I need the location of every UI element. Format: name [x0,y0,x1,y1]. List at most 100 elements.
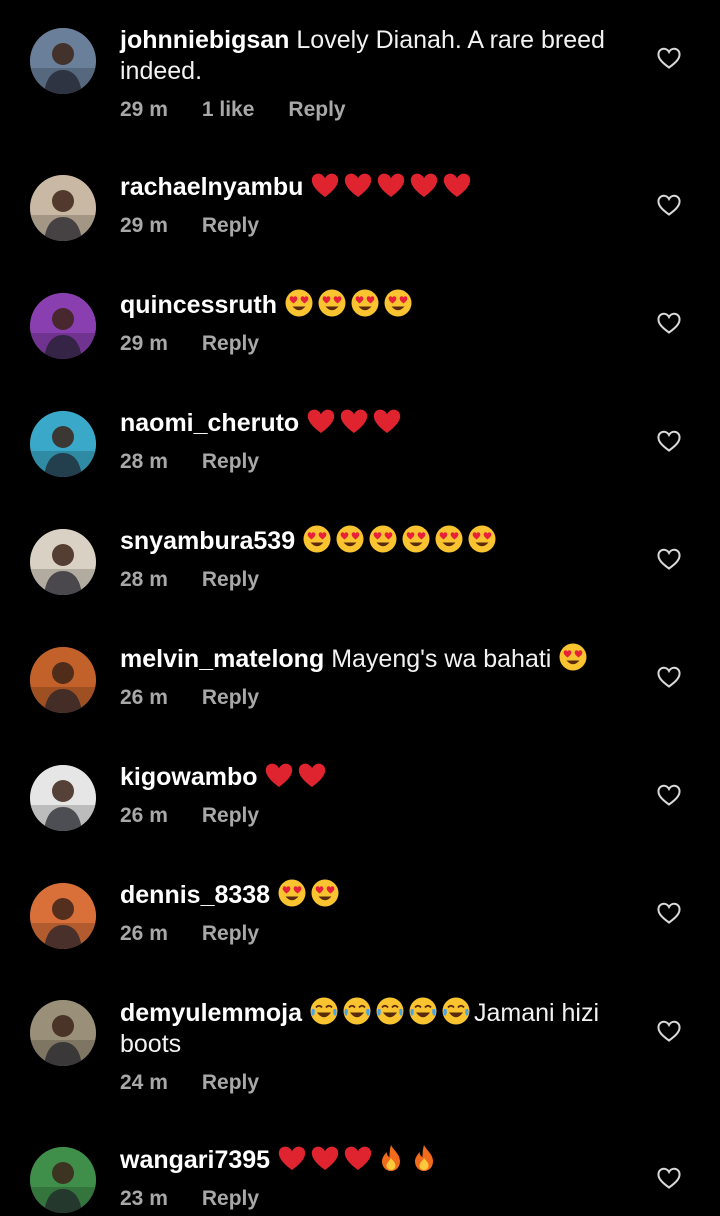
heart-emoji [343,170,373,200]
heart-emoji [372,406,402,436]
heart-eyes-emoji [335,524,365,554]
tears-of-joy-emoji [309,996,339,1026]
heart-emoji [339,406,369,436]
heart-emoji [310,1143,340,1173]
comment-username[interactable]: demyulemmoja [120,999,302,1027]
heart-emoji [442,170,472,200]
comment-text: snyambura539 [120,524,620,557]
comment-meta: 29 m 1 like Reply [120,97,380,123]
comment-username[interactable]: wangari7395 [120,1146,270,1174]
avatar[interactable] [30,529,96,595]
heart-emoji [409,170,439,200]
comments-list: johnniebigsan Lovely Dianah. A rare bree… [0,0,720,1216]
tears-of-joy-emoji [441,996,471,1026]
avatar[interactable] [30,175,96,241]
comment-time: 23 m [120,1187,168,1210]
reply-button[interactable]: Reply [202,332,259,355]
heart-emoji [264,760,294,790]
heart-eyes-emoji [277,878,307,908]
comment-time: 24 m [120,1071,168,1094]
comment-text: naomi_cheruto [120,406,620,439]
comment-meta: 26 m Reply [120,803,293,829]
like-heart-icon[interactable] [656,193,682,217]
comment-text: quincessruth [120,288,620,321]
like-heart-icon[interactable] [656,547,682,571]
comment-time: 29 m [120,332,168,355]
like-heart-icon[interactable] [656,665,682,689]
comment-time: 26 m [120,804,168,827]
like-heart-icon[interactable] [656,1166,682,1190]
comment-username[interactable]: naomi_cheruto [120,409,299,437]
heart-eyes-emoji [284,288,314,318]
heart-eyes-emoji [434,524,464,554]
comment-username[interactable]: dennis_8338 [120,881,270,909]
avatar[interactable] [30,765,96,831]
like-heart-icon[interactable] [656,901,682,925]
heart-emoji [306,406,336,436]
reply-button[interactable]: Reply [202,922,259,945]
heart-emoji [310,170,340,200]
comment-time: 28 m [120,450,168,473]
comment-text: johnniebigsan Lovely Dianah. A rare bree… [120,25,620,87]
comment-username[interactable]: melvin_matelong [120,645,324,673]
comment-time: 29 m [120,214,168,237]
avatar[interactable] [30,1147,96,1213]
heart-eyes-emoji [401,524,431,554]
comment-meta: 28 m Reply [120,449,293,475]
fire-emoji [376,1143,406,1173]
heart-eyes-emoji [558,642,588,672]
avatar[interactable] [30,1000,96,1066]
heart-emoji [376,170,406,200]
tears-of-joy-emoji [408,996,438,1026]
heart-emoji [343,1143,373,1173]
avatar[interactable] [30,28,96,94]
reply-button[interactable]: Reply [202,1071,259,1094]
reply-button[interactable]: Reply [202,686,259,709]
comment-username[interactable]: quincessruth [120,291,277,319]
comment-meta: 29 m Reply [120,331,293,357]
comment-time: 29 m [120,98,168,121]
comment-text: wangari7395 [120,1143,620,1176]
comment-text: kigowambo [120,760,620,793]
comment-username[interactable]: rachaelnyambu [120,173,303,201]
comment-time: 28 m [120,568,168,591]
comment-text: rachaelnyambu [120,170,620,203]
avatar[interactable] [30,883,96,949]
comment-meta: 28 m Reply [120,567,293,593]
like-heart-icon[interactable] [656,429,682,453]
heart-eyes-emoji [383,288,413,318]
heart-emoji [297,760,327,790]
comment-time: 26 m [120,922,168,945]
reply-button[interactable]: Reply [202,450,259,473]
heart-emoji [277,1143,307,1173]
avatar[interactable] [30,293,96,359]
like-heart-icon[interactable] [656,783,682,807]
comment-meta: 29 m Reply [120,213,293,239]
reply-button[interactable]: Reply [202,1187,259,1210]
reply-button[interactable]: Reply [288,98,345,121]
comment-meta: 26 m Reply [120,685,293,711]
heart-eyes-emoji [317,288,347,318]
like-heart-icon[interactable] [656,311,682,335]
fire-emoji [409,1143,439,1173]
heart-eyes-emoji [302,524,332,554]
tears-of-joy-emoji [342,996,372,1026]
comment-likes-count[interactable]: 1 like [202,98,255,121]
avatar[interactable] [30,411,96,477]
comment-text: demyulemmoja Jamani hizi boots [120,996,620,1060]
heart-eyes-emoji [350,288,380,318]
heart-eyes-emoji [310,878,340,908]
comment-username[interactable]: johnniebigsan [120,26,289,54]
comment-username[interactable]: kigowambo [120,763,258,791]
like-heart-icon[interactable] [656,46,682,70]
reply-button[interactable]: Reply [202,214,259,237]
avatar[interactable] [30,647,96,713]
reply-button[interactable]: Reply [202,804,259,827]
heart-eyes-emoji [368,524,398,554]
comment-username[interactable]: snyambura539 [120,527,295,555]
comment-meta: 26 m Reply [120,921,293,947]
comment-text: dennis_8338 [120,878,620,911]
comment-meta: 23 m Reply [120,1186,293,1212]
reply-button[interactable]: Reply [202,568,259,591]
like-heart-icon[interactable] [656,1019,682,1043]
